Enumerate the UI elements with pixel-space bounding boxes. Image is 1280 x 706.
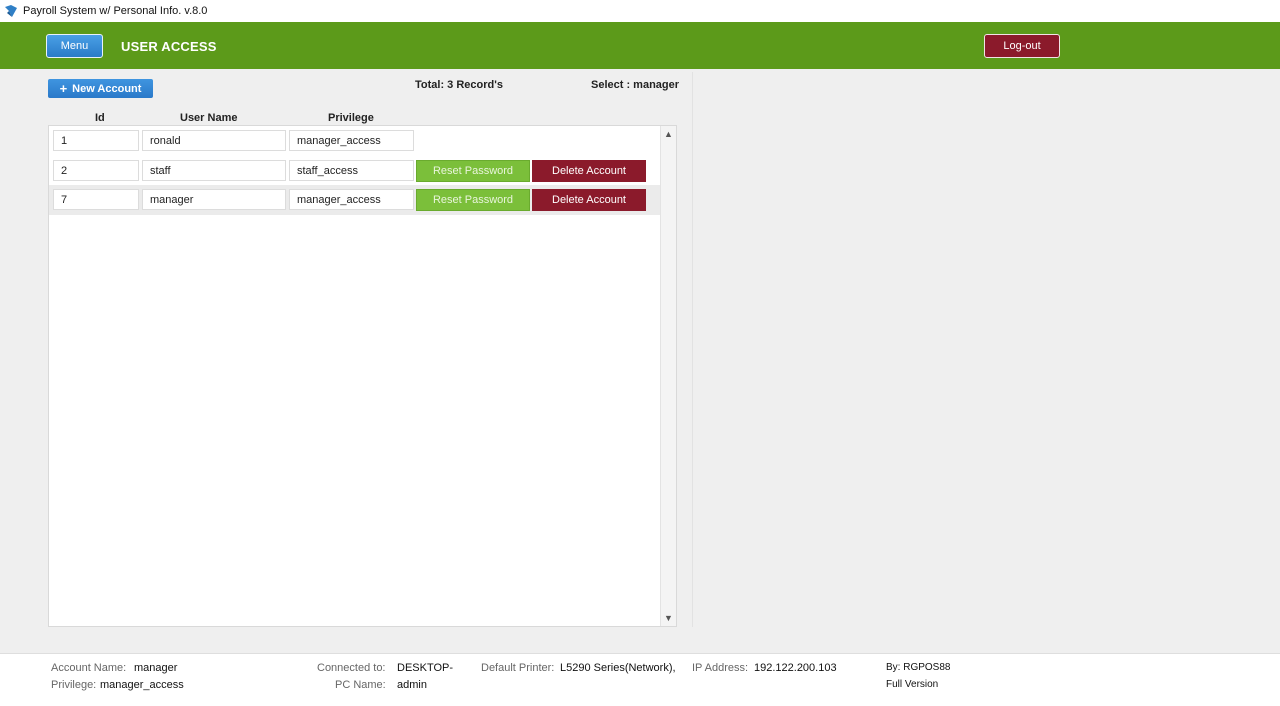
ip-label: IP Address: [692,662,749,674]
plus-icon: + [59,81,68,96]
title-bar: Payroll System w/ Personal Info. v.8.0 [0,0,1280,22]
id-field[interactable]: 7 [53,189,139,210]
id-field[interactable]: 2 [53,160,139,181]
id-field[interactable]: 1 [53,130,139,151]
pc-name-value: admin [397,679,427,691]
username-field[interactable]: staff [142,160,286,181]
author-label: By: RGPOS88 [886,662,951,673]
app-icon [4,4,18,18]
privilege-label: Privilege: [51,679,97,691]
new-account-button[interactable]: + New Account [48,79,153,98]
user-list-panel: 1 ronald manager_access 2 staff staff_ac… [48,125,677,627]
logout-button[interactable]: Log-out [984,34,1060,58]
connected-value: DESKTOP- [397,662,454,674]
scroll-down-icon[interactable]: ▼ [661,611,676,625]
printer-value: L5290 Series(Network), [560,662,676,674]
connected-label: Connected to: [317,662,386,674]
printer-label: Default Printer: [481,662,555,674]
privilege-value: manager_access [100,679,184,691]
privilege-field[interactable]: manager_access [289,130,414,151]
username-field[interactable]: manager [142,189,286,210]
pc-name-label: PC Name: [335,679,386,691]
window-title: Payroll System w/ Personal Info. v.8.0 [23,5,208,17]
account-name-value: manager [134,662,178,674]
table-row[interactable]: 2 staff staff_access Reset Password Dele… [49,156,661,186]
reset-password-button[interactable]: Reset Password [416,160,530,182]
table-row[interactable]: 1 ronald manager_access [49,126,661,156]
account-name-label: Account Name: [51,662,127,674]
header-bar: Menu USER ACCESS Log-out [0,22,1280,69]
delete-account-button[interactable]: Delete Account [532,160,646,182]
page-title: USER ACCESS [121,39,217,54]
username-field[interactable]: ronald [142,130,286,151]
privilege-field[interactable]: manager_access [289,189,414,210]
vertical-scrollbar[interactable]: ▲ ▼ [660,126,676,626]
reset-password-button[interactable]: Reset Password [416,189,530,211]
version-label: Full Version [886,679,939,690]
delete-account-button[interactable]: Delete Account [532,189,646,211]
panel-divider [692,72,693,627]
table-row-selected[interactable]: 7 manager manager_access Reset Password … [49,185,661,215]
status-bar: Account Name: manager Privilege: manager… [0,653,1280,706]
column-header-username: User Name [180,112,238,124]
total-records-label: Total: 3 Record's [415,79,503,91]
selected-user-label: Select : manager [591,79,680,91]
new-account-label: New Account [72,82,142,95]
scroll-up-icon[interactable]: ▲ [661,127,676,141]
menu-button[interactable]: Menu [46,34,103,58]
privilege-field[interactable]: staff_access [289,160,414,181]
column-header-id: Id [95,112,105,124]
ip-value: 192.122.200.103 [754,662,837,674]
column-header-privilege: Privilege [328,112,374,124]
